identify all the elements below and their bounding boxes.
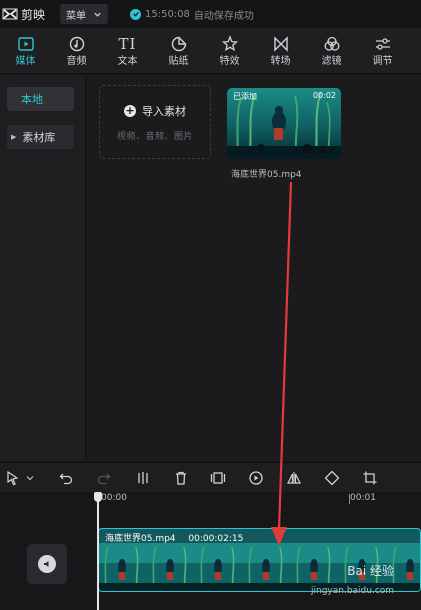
delete-button[interactable] [173,470,189,486]
sticker-icon [171,36,186,51]
plus-icon: + [124,103,136,117]
rotate-icon [324,470,340,486]
split-icon [138,472,148,484]
tab-filter[interactable]: 滤镜 [306,28,357,74]
clip-frame [291,543,339,591]
sidebar-item-library[interactable]: ▶ 素材库 [7,125,74,149]
tab-label: 贴纸 [168,55,189,67]
tab-label: 调节 [372,55,393,67]
select-tool-button[interactable] [5,470,21,486]
save-text: 自动保存成功 [193,10,254,22]
audio-icon [69,36,84,51]
redo-button[interactable] [96,470,112,486]
asset-tabs: 媒体 音频 TI 文本 贴纸 特效 转场 滤镜 调节 [0,28,421,74]
autosave-status: 15:50:08 自动保存成功 [130,7,254,22]
tab-label: 转场 [270,55,291,67]
chevron-down-icon [94,12,101,17]
split-button[interactable] [135,470,151,486]
media-sidebar: 本地 ▶ 素材库 [0,75,86,461]
save-time: 15:50:08 [145,8,190,20]
text-icon: TI [118,34,137,53]
redo-icon [97,473,111,485]
clip-duration: 00:02 [312,91,336,100]
adjust-icon [375,37,390,50]
menu-button[interactable]: 菜单 [60,4,108,24]
tab-text[interactable]: TI 文本 [102,28,153,74]
mirror-button[interactable] [286,470,302,486]
tab-media[interactable]: 媒体 [0,28,51,74]
clip-frame [99,543,147,591]
media-clip-thumbnail[interactable]: 已添加 00:02 [227,88,341,159]
ruler-ticks [349,494,350,504]
playhead[interactable] [97,492,99,610]
tab-audio[interactable]: 音频 [51,28,102,74]
app-name: 剪映 [21,7,46,22]
import-label: 导入素材 [142,104,186,118]
tab-effects[interactable]: 特效 [204,28,255,74]
tab-label: 滤镜 [321,55,342,67]
tab-adjust[interactable]: 调节 [357,28,408,74]
speaker-icon [38,555,56,573]
clip-filename: 海底世界05.mp4 [105,534,176,544]
app-logo: 剪映 [2,6,54,23]
time-ruler[interactable]: 00:00 00:01 [0,492,421,508]
chevron-down-icon [26,476,34,481]
clip-label: 海底世界05.mp4 00:00:02:15 [105,531,243,544]
playhead-handle[interactable] [94,492,102,502]
undo-button[interactable] [58,470,74,486]
freeze-frame-button[interactable] [210,470,226,486]
clip-frame [243,543,291,591]
sidebar-item-label: 素材库 [22,131,56,144]
reverse-button[interactable] [248,470,264,486]
clip-duration: 00:00:02:15 [188,534,244,544]
sidebar-item-local[interactable]: 本地 [7,87,74,111]
tab-label: 音频 [66,55,87,67]
caret-right-icon: ▶ [11,133,17,141]
crop-button[interactable] [362,470,378,486]
track-mute-button[interactable] [27,544,67,584]
clip-frame [195,543,243,591]
select-tool-dropdown[interactable] [24,470,36,486]
media-panel: + 导入素材 视频、音频、图片 已添加 00:02 海底世界05.mp4 [87,75,421,461]
cursor-icon [7,470,19,486]
crop-icon [363,471,377,485]
undo-icon [59,473,73,485]
trash-icon [176,471,186,485]
tab-transition[interactable]: 转场 [255,28,306,74]
effects-icon [221,34,238,51]
transition-icon [273,35,288,52]
capcut-logo-icon [2,6,18,22]
baidu-watermark: Bai 经验 [347,564,394,578]
menu-label: 菜单 [66,10,86,22]
freeze-frame-icon [210,472,226,484]
media-icon [17,36,34,51]
clip-frame [147,543,195,591]
check-icon [130,8,141,20]
timeline-video-clip[interactable]: 海底世界05.mp4 00:00:02:15 Bai 经验 [98,528,421,592]
import-media-button[interactable]: + 导入素材 视频、音频、图片 [99,85,211,159]
watermark-url: jingyan.baidu.com [311,586,395,596]
filter-icon [324,36,339,51]
timeline-toolbar [0,462,421,492]
tab-label: 特效 [219,55,240,67]
clip-filename: 海底世界05.mp4 [231,170,302,180]
top-bar: 剪映 菜单 15:50:08 自动保存成功 [0,0,421,28]
tab-sticker[interactable]: 贴纸 [153,28,204,74]
import-hint: 视频、音频、图片 [116,131,193,142]
tab-label: 媒体 [15,55,36,67]
mirror-icon [287,472,301,484]
reverse-play-icon [249,471,263,485]
added-badge: 已添加 [233,92,257,101]
rotate-button[interactable] [324,470,340,486]
tab-label: 文本 [117,55,138,67]
